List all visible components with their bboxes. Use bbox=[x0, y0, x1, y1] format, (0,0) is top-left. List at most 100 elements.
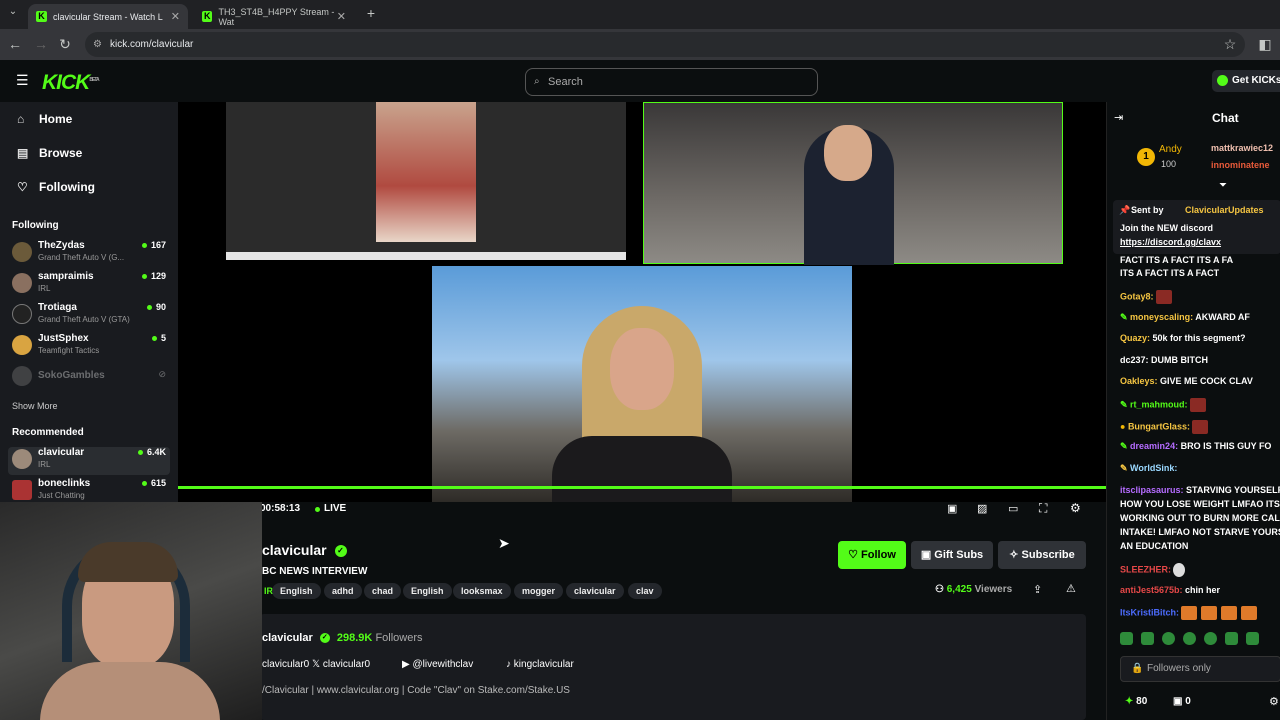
social-instagram[interactable]: clavicular0 bbox=[262, 659, 309, 670]
logo-beta: BETA bbox=[89, 77, 99, 83]
tab-search-icon[interactable]: ⌄ bbox=[4, 6, 22, 17]
badge-icon: ✎ bbox=[1120, 463, 1131, 473]
nav-browse[interactable]: ▤ Browse bbox=[17, 146, 82, 160]
pinned-link[interactable]: https://discord.gg/clavx bbox=[1120, 237, 1221, 247]
tag[interactable]: adhd bbox=[324, 583, 362, 599]
emote-icon bbox=[1181, 606, 1198, 620]
points-value: 80 bbox=[1136, 696, 1148, 707]
followed-channel[interactable]: TheZydas Grand Theft Auto V (G... 167 bbox=[12, 240, 170, 268]
chat-settings-icon[interactable]: ⚙ bbox=[1269, 695, 1279, 708]
theater-mode-icon[interactable]: ▭ bbox=[1008, 502, 1018, 515]
viewer-count: 167 bbox=[142, 240, 166, 250]
social-youtube[interactable]: ▶ @livewithclav bbox=[402, 659, 473, 670]
menu-icon[interactable]: ☰ bbox=[16, 72, 29, 89]
new-tab-icon[interactable]: + bbox=[362, 5, 380, 21]
search-input[interactable]: ⌕ Search bbox=[525, 68, 818, 96]
chat-message: WORKING OUT TO BURN MORE CAL bbox=[1120, 513, 1280, 523]
social-label: clavicular0 bbox=[262, 659, 310, 670]
gifts-counter[interactable]: ▣ 0 bbox=[1173, 696, 1191, 707]
reload-icon[interactable]: ↻ bbox=[56, 36, 74, 53]
follow-button[interactable]: ♡ Follow bbox=[838, 541, 906, 569]
forward-icon[interactable]: → bbox=[32, 36, 50, 52]
star-icon: ✧ bbox=[1009, 549, 1022, 561]
emote-icon[interactable] bbox=[1162, 632, 1175, 645]
subscribe-button[interactable]: ✧ Subscribe bbox=[998, 541, 1086, 569]
tag[interactable]: mogger bbox=[514, 583, 564, 599]
browse-icon: ▤ bbox=[17, 146, 29, 160]
collapse-chat-icon[interactable]: ⇥ bbox=[1114, 111, 1123, 124]
about-name: clavicular ✓ 298.9K Followers bbox=[262, 632, 423, 644]
close-tab-icon[interactable]: ✕ bbox=[337, 10, 346, 23]
back-icon[interactable]: ← bbox=[6, 36, 24, 52]
kick-logo[interactable]: KICKBETA bbox=[42, 71, 100, 95]
browser-tab[interactable]: K TH3_ST4B_H4PPY Stream - Wat ✕ bbox=[194, 4, 354, 29]
gift-icon: ▣ bbox=[920, 549, 935, 561]
chat-input[interactable]: 🔒 Followers only bbox=[1120, 656, 1280, 682]
points-icon: ✦ bbox=[1125, 696, 1137, 707]
kick-favicon-icon: K bbox=[36, 11, 47, 22]
top-gifter-amount: 100 bbox=[1161, 159, 1177, 169]
bookmark-star-icon[interactable]: ☆ bbox=[1221, 36, 1239, 53]
emote-bar[interactable] bbox=[1120, 632, 1280, 648]
emote-icon[interactable] bbox=[1120, 632, 1133, 645]
show-more-link[interactable]: Show More bbox=[12, 401, 58, 411]
emote-icon[interactable] bbox=[1141, 632, 1154, 645]
followed-channel[interactable]: JustSphex Teamfight Tactics 5 bbox=[12, 333, 170, 361]
tag[interactable]: English bbox=[272, 583, 321, 599]
url-field[interactable]: ⚙ kick.com/clavicular bbox=[85, 32, 1245, 57]
top-gifter-second: mattkrawiec12 bbox=[1211, 143, 1274, 153]
chat-user: dreamin24: bbox=[1130, 441, 1179, 451]
filter-icon[interactable]: ⏷ bbox=[1219, 180, 1227, 191]
miniplayer-icon[interactable]: ▣ bbox=[947, 502, 957, 515]
emote-icon[interactable] bbox=[1246, 632, 1259, 645]
tag[interactable]: English bbox=[403, 583, 452, 599]
fullscreen-icon[interactable]: ⛶ bbox=[1039, 501, 1047, 516]
social-tiktok[interactable]: ♪ kingclavicular bbox=[506, 659, 574, 670]
emote-icon[interactable] bbox=[1225, 632, 1238, 645]
chat-user: ItsKristiBitch: bbox=[1120, 607, 1180, 618]
nav-label: Home bbox=[39, 112, 73, 126]
nav-home[interactable]: ⌂ Home bbox=[17, 112, 72, 126]
sidebar: ⌂ Home ▤ Browse ♡ Following Following TheZy… bbox=[0, 102, 178, 502]
recommended-channel[interactable]: clavicular IRL 6.4K bbox=[8, 447, 170, 475]
about-name-text: clavicular bbox=[262, 632, 313, 644]
nav-following[interactable]: ♡ Following bbox=[17, 180, 95, 194]
social-x[interactable]: 𝕏 clavicular0 bbox=[312, 659, 370, 670]
streamer-hair bbox=[78, 542, 178, 582]
share-icon[interactable]: ⇪ bbox=[1033, 583, 1042, 596]
site-info-icon[interactable]: ⚙ bbox=[93, 32, 102, 57]
emote-icon[interactable] bbox=[1204, 632, 1217, 645]
tag[interactable]: looksmax bbox=[453, 583, 511, 599]
followed-channel[interactable]: Trotiaga Grand Theft Auto V (GTA) 90 bbox=[12, 302, 170, 330]
tag[interactable]: chad bbox=[364, 583, 402, 599]
video-player[interactable] bbox=[178, 102, 1106, 502]
emote-icon bbox=[1221, 606, 1238, 620]
progress-bar[interactable] bbox=[178, 486, 1106, 489]
webcam-room-panel bbox=[643, 102, 1063, 265]
url-text: kick.com/clavicular bbox=[110, 39, 194, 50]
report-icon[interactable]: ⚠ bbox=[1066, 582, 1076, 595]
get-kicks-button[interactable]: Get KICKs bbox=[1212, 70, 1280, 92]
tag[interactable]: clavicular bbox=[566, 583, 624, 599]
followed-channel-offline[interactable]: SokoGambles ⊘ bbox=[12, 366, 170, 397]
channel-points[interactable]: ✦ 80 bbox=[1125, 696, 1147, 707]
tiktok-icon: ♪ bbox=[506, 659, 514, 670]
info-about-card bbox=[260, 614, 1086, 720]
gift-subs-button[interactable]: ▣ Gift Subs bbox=[911, 541, 993, 569]
tag[interactable]: clav bbox=[628, 583, 662, 599]
avatar bbox=[12, 304, 32, 324]
chat-message: Quazy: 50k for this segment? bbox=[1120, 333, 1246, 343]
emote-icon[interactable] bbox=[1183, 632, 1196, 645]
pinned-message[interactable]: 📌 Sent by ClavicularUpdates Join the NEW… bbox=[1113, 200, 1280, 254]
browser-tab-active[interactable]: K clavicular Stream - Watch L ✕ bbox=[28, 4, 188, 29]
chat-user: Gotay8: bbox=[1120, 291, 1154, 302]
close-tab-icon[interactable]: ✕ bbox=[171, 10, 180, 23]
chat-text: chin her bbox=[1185, 585, 1221, 595]
gift-icon: ▣ bbox=[1173, 696, 1186, 707]
settings-gear-icon[interactable]: ⚙ bbox=[1070, 501, 1081, 515]
avatar bbox=[12, 480, 32, 500]
clip-icon[interactable]: ▨ bbox=[977, 502, 987, 515]
extensions-icon[interactable]: ◧ bbox=[1256, 36, 1274, 53]
followed-channel[interactable]: sampraimis IRL 129 bbox=[12, 271, 170, 299]
channel-name: SokoGambles bbox=[38, 370, 105, 381]
